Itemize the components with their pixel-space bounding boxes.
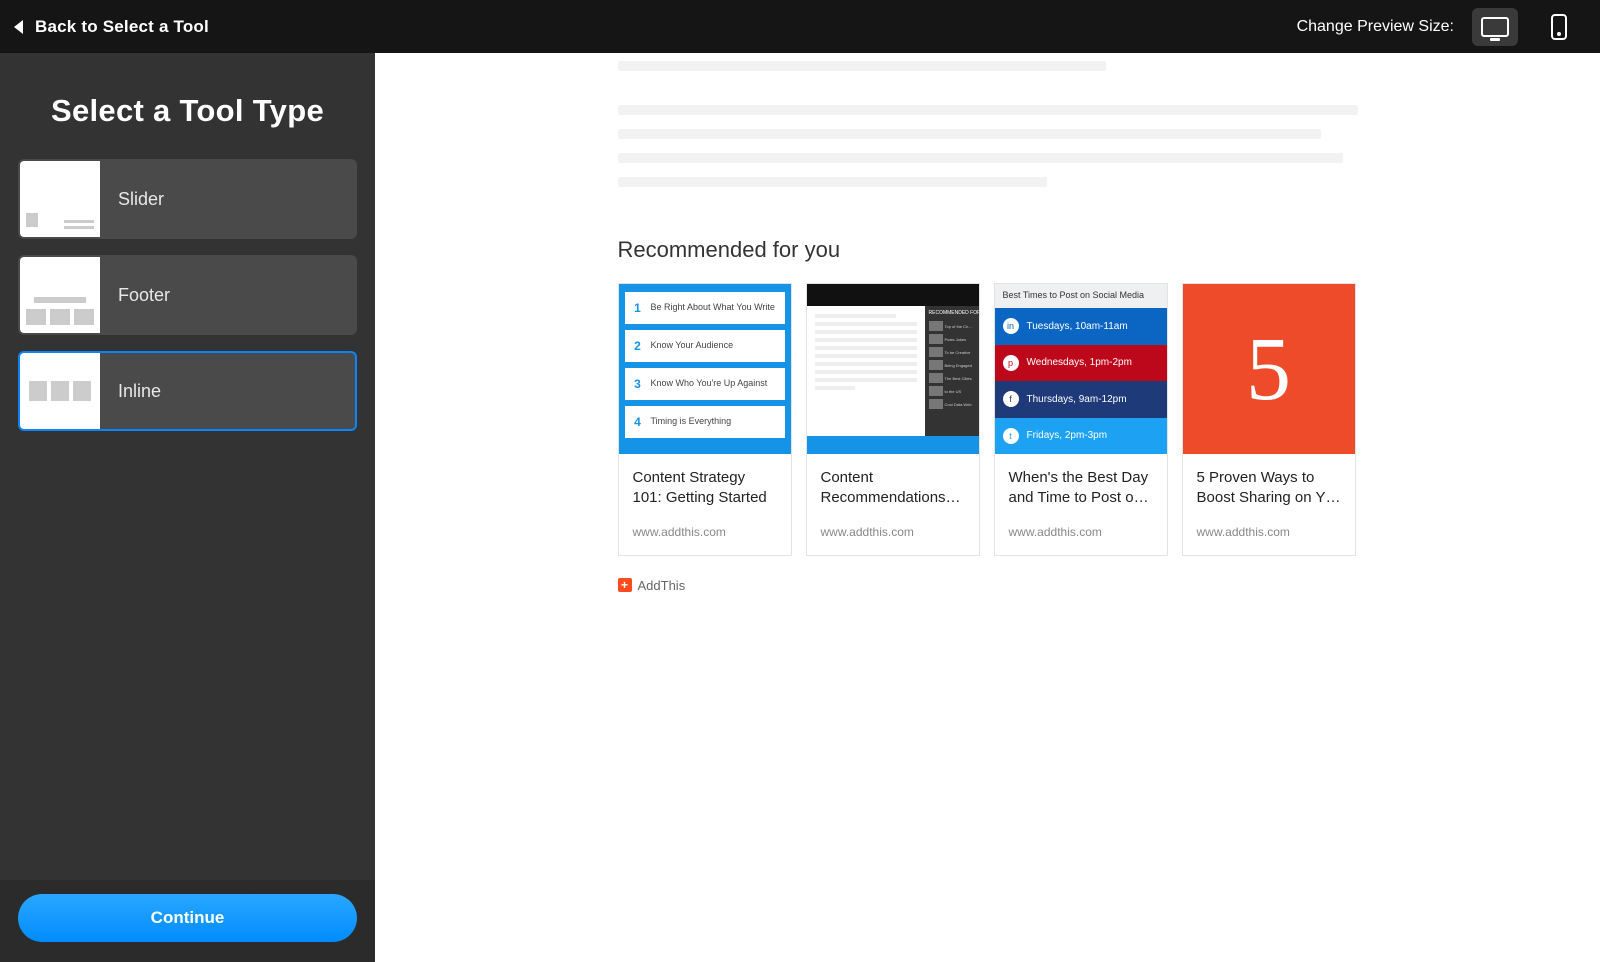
addthis-badge[interactable]: + AddThis — [618, 578, 1358, 593]
recommendation-card[interactable]: 5 5 Proven Ways to Boost Sharing on Y… w… — [1182, 283, 1356, 556]
inline-thumbnail-icon — [20, 353, 100, 429]
card-source: www.addthis.com — [821, 525, 965, 539]
recommendation-cards: 1Be Right About What You Write 2Know You… — [618, 283, 1358, 556]
recommendation-card[interactable]: Best Times to Post on Social Media inTue… — [994, 283, 1168, 556]
pinterest-icon: p — [1003, 355, 1019, 371]
card-title: Content Recommendations… — [821, 468, 965, 509]
card-title: 5 Proven Ways to Boost Sharing on Y… — [1197, 468, 1341, 509]
continue-button[interactable]: Continue — [18, 894, 357, 942]
addthis-label: AddThis — [638, 578, 686, 593]
recommendation-card[interactable]: 1Be Right About What You Write 2Know You… — [618, 283, 792, 556]
sidebar: Select a Tool Type Slider F — [0, 53, 375, 962]
tool-option-label: Inline — [100, 381, 161, 402]
card-image: RECOMMENDED FOR YOU Top of the Ch… Posts… — [807, 284, 979, 454]
slider-thumbnail-icon — [20, 161, 100, 237]
sidebar-title: Select a Tool Type — [18, 93, 357, 129]
card-source: www.addthis.com — [633, 525, 777, 539]
desktop-icon — [1481, 17, 1509, 37]
preview-size-label: Change Preview Size: — [1297, 18, 1454, 36]
card-image: Best Times to Post on Social Media inTue… — [995, 284, 1167, 454]
preview-mobile-button[interactable] — [1536, 8, 1582, 46]
card-source: www.addthis.com — [1197, 525, 1341, 539]
card-title: Content Strategy 101: Getting Started — [633, 468, 777, 509]
tool-option-label: Footer — [100, 285, 170, 306]
mobile-icon — [1551, 14, 1567, 40]
sidebar-footer: Continue — [0, 880, 375, 962]
preview-size-group: Change Preview Size: — [1297, 8, 1582, 46]
twitter-icon: t — [1003, 428, 1019, 444]
card-source: www.addthis.com — [1009, 525, 1153, 539]
tool-option-footer[interactable]: Footer — [18, 255, 357, 335]
preview-page: Recommended for you 1Be Right About What… — [618, 53, 1358, 962]
tool-option-inline[interactable]: Inline — [18, 351, 357, 431]
card-image: 1Be Right About What You Write 2Know You… — [619, 284, 791, 454]
addthis-plus-icon: + — [618, 578, 632, 592]
preview-pane: Recommended for you 1Be Right About What… — [375, 53, 1600, 962]
card-image: 5 — [1183, 284, 1355, 454]
recommendation-card[interactable]: RECOMMENDED FOR YOU Top of the Ch… Posts… — [806, 283, 980, 556]
back-link-label: Back to Select a Tool — [35, 17, 209, 37]
facebook-icon: f — [1003, 391, 1019, 407]
skeleton-text — [618, 105, 1358, 187]
tool-option-label: Slider — [100, 189, 164, 210]
footer-thumbnail-icon — [20, 257, 100, 333]
linkedin-icon: in — [1003, 318, 1019, 334]
preview-desktop-button[interactable] — [1472, 8, 1518, 46]
recommended-heading: Recommended for you — [618, 237, 1358, 263]
caret-left-icon — [14, 20, 23, 34]
tool-option-slider[interactable]: Slider — [18, 159, 357, 239]
card-title: When's the Best Day and Time to Post o… — [1009, 468, 1153, 509]
skeleton-text — [618, 61, 1358, 71]
tool-type-list: Slider Footer Inline — [18, 159, 357, 431]
back-link[interactable]: Back to Select a Tool — [14, 17, 209, 37]
top-bar: Back to Select a Tool Change Preview Siz… — [0, 0, 1600, 53]
